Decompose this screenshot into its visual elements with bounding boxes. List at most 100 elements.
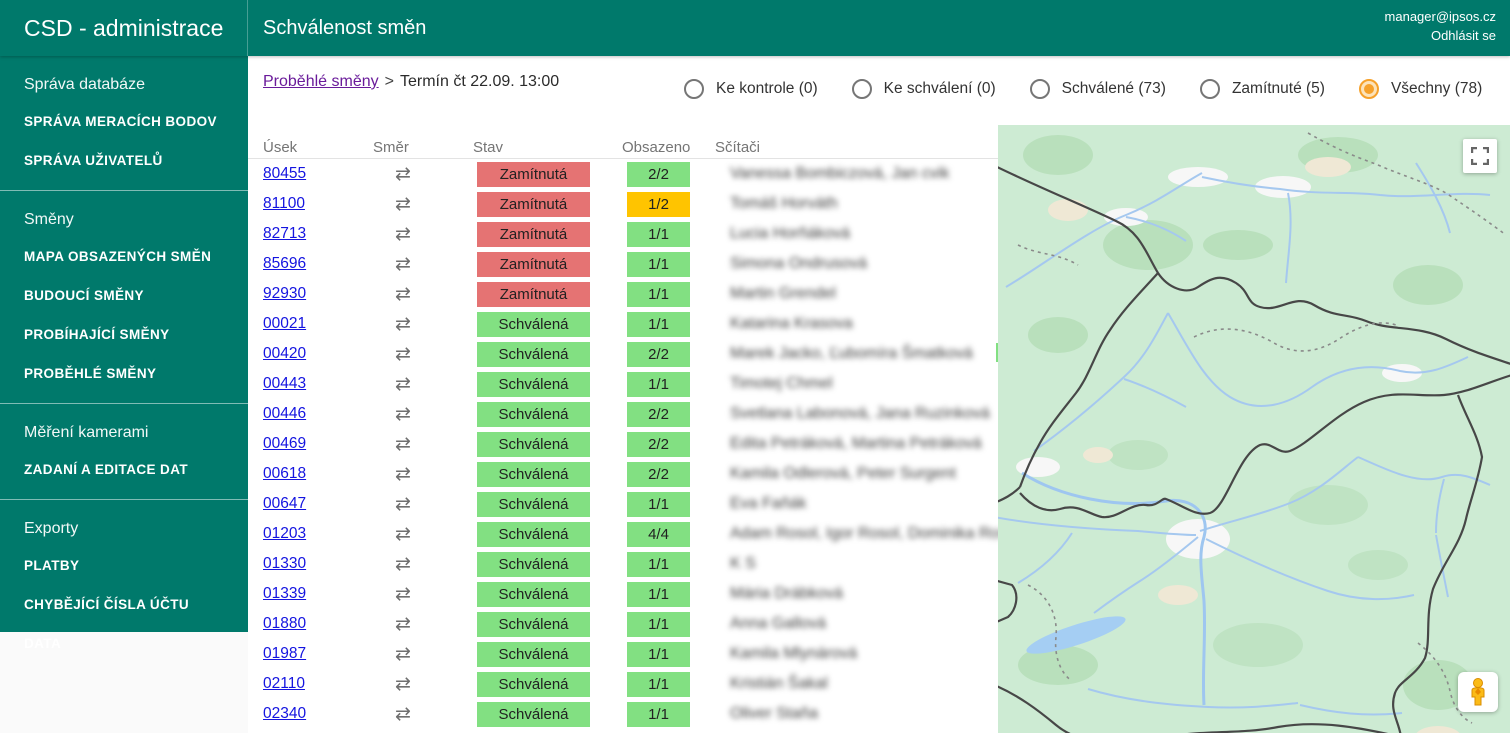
table-row: 00443⇄Schválená1/1Timotej Chmel xyxy=(248,369,998,399)
sidebar-item-spr-va-u-ivatel[interactable]: SPRÁVA UŽIVATELŮ xyxy=(0,141,248,180)
usek-link[interactable]: 01880 xyxy=(263,615,306,632)
sidebar-section: Měření kameramiZADANÍ A EDITACE DAT xyxy=(0,404,248,500)
status-badge: Schválená xyxy=(477,342,590,367)
sidebar-item-prob-hl-sm-ny[interactable]: PROBĚHLÉ SMĚNY xyxy=(0,354,248,393)
status-badge: Zamítnutá xyxy=(477,282,590,307)
counter-names: Martin Grendel xyxy=(730,285,836,302)
occupancy-badge: 2/2 xyxy=(627,162,690,187)
swap-direction-icon: ⇄ xyxy=(373,523,411,546)
swap-direction-icon: ⇄ xyxy=(373,313,411,336)
occupancy-badge: 1/1 xyxy=(627,282,690,307)
table-row: 85696⇄Zamítnutá1/1Simona Ondrusová xyxy=(248,249,998,279)
sidebar-section-header: Exporty xyxy=(0,506,248,546)
breadcrumb-link[interactable]: Proběhlé směny xyxy=(263,73,379,90)
occupancy-badge: 2/2 xyxy=(627,342,690,367)
status-badge: Zamítnutá xyxy=(477,252,590,277)
table-row: 00647⇄Schválená1/1Eva Faňák xyxy=(248,489,998,519)
sidebar-section-header: Směny xyxy=(0,197,248,237)
status-badge: Schválená xyxy=(477,492,590,517)
app-header: CSD - administrace Schválenost směn mana… xyxy=(0,0,1510,56)
counter-names: Eva Faňák xyxy=(730,495,806,512)
swap-direction-icon: ⇄ xyxy=(373,253,411,276)
table-row: 01880⇄Schválená1/1Anna Gallová xyxy=(248,609,998,639)
column-header-sek: Úsek xyxy=(263,139,373,156)
radio-icon[interactable] xyxy=(1200,79,1220,99)
usek-link[interactable]: 00647 xyxy=(263,495,306,512)
pegman-control[interactable] xyxy=(1458,672,1498,712)
table-row: 00420⇄Schválená2/2Marek Jacko, Ľubomíra … xyxy=(248,339,998,369)
table-row: 81100⇄Zamítnutá1/2Tomáš Horváth xyxy=(248,189,998,219)
column-header-s-ta-i: Sčítači xyxy=(715,139,998,156)
filter-v-echny-78[interactable]: Všechny (78) xyxy=(1359,79,1482,99)
usek-link[interactable]: 00021 xyxy=(263,315,306,332)
sidebar-item-mapa-obsazen-ch-sm-n[interactable]: MAPA OBSAZENÝCH SMĚN xyxy=(0,237,248,276)
sidebar-item-spr-va-merac-ch-bodov[interactable]: SPRÁVA MERACÍCH BODOV xyxy=(0,102,248,141)
sidebar-item-data[interactable]: DATA xyxy=(0,624,248,663)
status-badge: Schválená xyxy=(477,432,590,457)
sidebar-item-platby[interactable]: PLATBY xyxy=(0,546,248,585)
radio-icon[interactable] xyxy=(852,79,872,99)
counter-names: Lucia Horňáková xyxy=(730,225,850,242)
usek-link[interactable]: 00420 xyxy=(263,345,306,362)
status-badge: Schválená xyxy=(477,672,590,697)
usek-link[interactable]: 01330 xyxy=(263,555,306,572)
usek-link[interactable]: 01339 xyxy=(263,585,306,602)
status-badge: Schválená xyxy=(477,702,590,727)
usek-link[interactable]: 00469 xyxy=(263,435,306,452)
app-title: CSD - administrace xyxy=(0,0,248,56)
filter-schv-len-73[interactable]: Schválené (73) xyxy=(1030,79,1166,99)
swap-direction-icon: ⇄ xyxy=(373,373,411,396)
swap-direction-icon: ⇄ xyxy=(373,433,411,456)
counter-names: Edita Petráková, Martina Petráková xyxy=(730,435,982,452)
counter-names: Kamila Odlerová, Peter Surgent xyxy=(730,465,956,482)
map-roads-borders-layer xyxy=(998,125,1510,733)
usek-link[interactable]: 92930 xyxy=(263,285,306,302)
radio-icon[interactable] xyxy=(1030,79,1050,99)
radio-icon[interactable] xyxy=(684,79,704,99)
status-filter-group: Ke kontrole (0) Ke schválení (0) Schválené… xyxy=(684,79,1482,99)
radio-icon[interactable] xyxy=(1359,79,1379,99)
usek-link[interactable]: 00446 xyxy=(263,405,306,422)
sidebar-item-chyb-j-c-sla-tu[interactable]: CHYBĚJÍCÍ ČÍSLA ÚČTU xyxy=(0,585,248,624)
swap-direction-icon: ⇄ xyxy=(373,553,411,576)
sidebar-section: SměnyMAPA OBSAZENÝCH SMĚNBUDOUCÍ SMĚNYPR… xyxy=(0,191,248,404)
counter-names: Anna Gallová xyxy=(730,615,826,632)
usek-link[interactable]: 82713 xyxy=(263,225,306,242)
usek-link[interactable]: 00618 xyxy=(263,465,306,482)
filter-ke-schv-len-0[interactable]: Ke schválení (0) xyxy=(852,79,996,99)
lake-balaton xyxy=(1023,609,1128,660)
usek-link[interactable]: 85696 xyxy=(263,255,306,272)
filter-label: Ke schválení (0) xyxy=(884,80,996,98)
usek-link[interactable]: 01203 xyxy=(263,525,306,542)
counter-names: Katarina Krasova xyxy=(730,315,853,332)
occupancy-badge: 2/2 xyxy=(627,402,690,427)
status-badge: Schválená xyxy=(477,372,590,397)
shifts-table: ÚsekSměrStavObsazenoSčítači 80455 ⇄ Zamítn… xyxy=(248,137,998,729)
filter-ke-kontrole-0[interactable]: Ke kontrole (0) xyxy=(684,79,818,99)
usek-link[interactable]: 80455 xyxy=(263,165,306,182)
counter-names: Marek Jacko, Ľubomíra Šmatková xyxy=(730,345,973,362)
sidebar-section: ExportyPLATBYCHYBĚJÍCÍ ČÍSLA ÚČTUDATA xyxy=(0,500,248,673)
occupancy-badge: 1/1 xyxy=(627,702,690,727)
usek-link[interactable]: 00443 xyxy=(263,375,306,392)
sidebar-item-zadan-a-editace-dat[interactable]: ZADANÍ A EDITACE DAT xyxy=(0,450,248,489)
table-row: 01339⇄Schválená1/1Mária Drábková xyxy=(248,579,998,609)
fullscreen-button[interactable] xyxy=(1463,139,1497,173)
sidebar-item-prob-haj-c-sm-ny[interactable]: PROBÍHAJÍCÍ SMĚNY xyxy=(0,315,248,354)
swap-direction-icon: ⇄ xyxy=(373,493,411,516)
sidebar-nav: Správa databázeSPRÁVA MERACÍCH BODOVSPRÁ… xyxy=(0,56,248,632)
table-body: 80455⇄Zamítnutá2/2Vanessa Bombiczová, Ja… xyxy=(248,159,998,729)
usek-link[interactable]: 01987 xyxy=(263,645,306,662)
usek-link[interactable]: 02110 xyxy=(263,675,305,692)
counter-names: Kamila Mlynárová xyxy=(730,645,857,662)
map-canvas[interactable] xyxy=(998,125,1510,733)
occupancy-badge: 2/2 xyxy=(627,432,690,457)
usek-link[interactable]: 02340 xyxy=(263,705,306,722)
pegman-icon xyxy=(1468,678,1488,706)
table-row: 02110⇄Schválená1/1Kristián Šakal xyxy=(248,669,998,699)
usek-link[interactable]: 81100 xyxy=(263,195,305,212)
filter-zam-tnut-5[interactable]: Zamítnuté (5) xyxy=(1200,79,1325,99)
sidebar-item-budouc-sm-ny[interactable]: BUDOUCÍ SMĚNY xyxy=(0,276,248,315)
table-header-row: ÚsekSměrStavObsazenoSčítači xyxy=(248,137,998,159)
logout-link[interactable]: Odhlásit se xyxy=(1385,26,1496,45)
